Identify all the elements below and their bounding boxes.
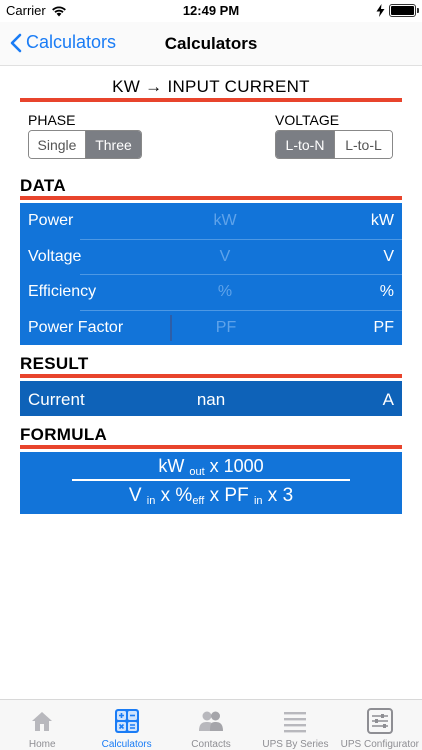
tab-contacts-label: Contacts <box>191 739 231 750</box>
data-panel: Power kW Voltage V Efficiency % Power Fa… <box>20 203 402 345</box>
voltage-unit: V <box>383 247 394 265</box>
back-button[interactable]: Calculators <box>10 32 116 53</box>
data-heading: DATA <box>20 176 66 195</box>
power-unit: kW <box>370 212 394 229</box>
formula-divider <box>20 445 402 449</box>
phase-option-three[interactable]: Three <box>85 131 141 158</box>
calculator-title: KW → INPUT CURRENT <box>112 77 310 96</box>
efficiency-label: Efficiency <box>28 283 97 300</box>
tab-contacts[interactable]: Contacts <box>169 700 253 750</box>
tab-home-label: Home <box>28 739 56 750</box>
formula-denominator: V in x %eff x PF in x 3 <box>128 485 294 507</box>
tab-ups-by-series-label: UPS By Series <box>262 739 329 750</box>
efficiency-input[interactable] <box>170 279 280 305</box>
result-heading: RESULT <box>20 354 89 373</box>
back-button-label: Calculators <box>26 32 117 52</box>
list-icon <box>284 712 307 733</box>
phase-option-single[interactable]: Single <box>29 131 85 158</box>
voltage-option-l-to-l[interactable]: L-to-L <box>334 131 392 158</box>
power-factor-label: Power Factor <box>28 318 124 336</box>
result-value: nan <box>196 390 226 409</box>
tab-ups-configurator[interactable]: UPS Configurator <box>338 700 422 750</box>
tab-calculators-label: Calculators <box>101 739 152 750</box>
status-bar: Carrier 12:49 PM <box>0 0 422 22</box>
phase-selector: PHASE Single Three <box>28 112 142 159</box>
calculator-icon <box>114 709 139 733</box>
tab-bar: Home Calculators Contacts UPS By Series … <box>0 699 422 750</box>
data-row-power: Power kW <box>20 203 402 239</box>
data-row-power-factor: Power Factor PF <box>20 309 402 346</box>
navigation-bar: Calculators Calculators <box>0 22 422 66</box>
phase-segmented-control: Single Three <box>28 130 142 159</box>
efficiency-unit: % <box>379 283 394 300</box>
voltage-option-l-to-n[interactable]: L-to-N <box>276 131 334 158</box>
formula-numerator: kW out x 1000 <box>158 456 264 478</box>
data-row-voltage: Voltage V <box>20 238 402 275</box>
power-factor-unit: PF <box>373 318 394 336</box>
phase-label: PHASE <box>28 112 76 128</box>
selectors: PHASE Single Three VOLTAGE L-to-N L-to-L <box>20 112 402 176</box>
tab-ups-configurator-label: UPS Configurator <box>340 739 420 750</box>
voltage-label: VOLTAGE <box>275 112 340 128</box>
power-input[interactable] <box>170 208 280 234</box>
charging-icon <box>376 4 385 17</box>
power-label: Power <box>28 212 74 229</box>
result-divider <box>20 374 402 378</box>
battery-icon <box>389 4 419 17</box>
power-factor-input[interactable] <box>170 314 280 341</box>
status-right <box>376 4 419 17</box>
status-time: 12:49 PM <box>182 3 240 18</box>
tab-ups-by-series[interactable]: UPS By Series <box>253 700 337 750</box>
formula-fraction-line <box>72 479 350 481</box>
voltage-selector: VOLTAGE L-to-N L-to-L <box>275 112 393 159</box>
title-divider <box>20 98 402 102</box>
home-icon <box>32 712 53 731</box>
contacts-icon <box>199 711 224 731</box>
voltage-input[interactable] <box>170 243 280 270</box>
configurator-icon <box>366 708 393 734</box>
data-row-efficiency: Efficiency % <box>20 274 402 310</box>
chevron-left-icon <box>10 33 22 52</box>
calculator-content: KW → INPUT CURRENT PHASE Single Three VO… <box>20 66 402 514</box>
tab-calculators[interactable]: Calculators <box>84 700 168 750</box>
data-divider <box>20 196 402 200</box>
tab-home[interactable]: Home <box>0 700 84 750</box>
voltage-segmented-control: L-to-N L-to-L <box>275 130 393 159</box>
result-panel: Current nan A <box>20 381 402 416</box>
formula-panel: kW out x 1000 V in x %eff x PF in x 3 <box>20 452 402 514</box>
result-unit: A <box>382 390 394 409</box>
voltage-row-label: Voltage <box>28 247 82 265</box>
formula-heading: FORMULA <box>20 425 108 444</box>
